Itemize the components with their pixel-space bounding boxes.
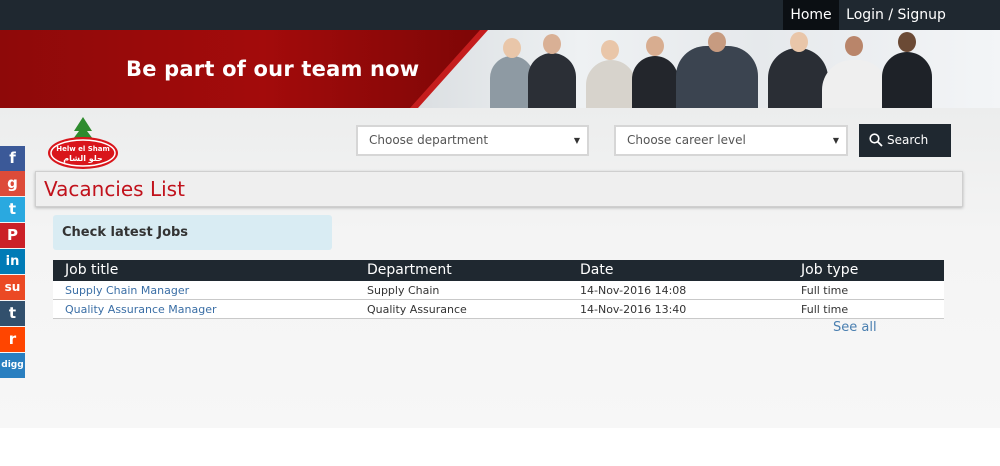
vacancies-table: Job title Department Date Job type Suppl… [53, 260, 944, 319]
dropdown-arrow-icon: ▼ [573, 136, 580, 145]
banner-headline: Be part of our team now [126, 57, 420, 81]
svg-text:حلو الشام: حلو الشام [63, 154, 103, 163]
linkedin-icon[interactable]: in [0, 249, 25, 274]
hero-banner: Be part of our team now [0, 30, 1000, 108]
search-button-label: Search [887, 133, 929, 147]
google-plus-icon[interactable]: g [0, 171, 25, 196]
career-level-select-value: Choose career level [627, 133, 746, 147]
pinterest-icon[interactable]: P [0, 223, 25, 248]
dropdown-arrow-icon: ▼ [832, 136, 839, 145]
department-select-value: Choose department [369, 133, 489, 147]
table-row: Supply Chain Manager Supply Chain 14-Nov… [53, 281, 944, 300]
digg-icon[interactable]: digg [0, 353, 25, 378]
job-department: Quality Assurance [367, 303, 467, 316]
job-title-link[interactable]: Supply Chain Manager [65, 284, 189, 297]
page-title-bar: Vacancies List [35, 171, 963, 207]
column-header-job-title: Job title [65, 262, 119, 278]
job-date: 14-Nov-2016 13:40 [580, 303, 687, 316]
job-type: Full time [801, 303, 849, 316]
nav-login-signup-link[interactable]: Login / Signup [846, 0, 946, 30]
department-select[interactable]: Choose department ▼ [356, 125, 589, 156]
search-button[interactable]: Search [859, 124, 951, 157]
table-row: Quality Assurance Manager Quality Assura… [53, 300, 944, 319]
job-date: 14-Nov-2016 14:08 [580, 284, 687, 297]
table-header: Job title Department Date Job type [53, 260, 944, 281]
latest-jobs-box: Check latest Jobs [53, 215, 332, 250]
latest-jobs-label: Check latest Jobs [62, 225, 189, 240]
helw-el-sham-logo[interactable]: Helw el Sham حلو الشام [46, 115, 120, 171]
svg-text:Helw el Sham: Helw el Sham [56, 145, 110, 153]
job-title-link[interactable]: Quality Assurance Manager [65, 303, 217, 316]
column-header-department: Department [367, 262, 452, 278]
team-photo [400, 30, 1000, 108]
column-header-job-type: Job type [801, 262, 859, 278]
see-all-link[interactable]: See all [833, 320, 877, 335]
facebook-icon[interactable]: f [0, 146, 25, 171]
nav-home-link[interactable]: Home [783, 0, 839, 30]
career-level-select[interactable]: Choose career level ▼ [614, 125, 848, 156]
job-type: Full time [801, 284, 849, 297]
tumblr-icon[interactable]: t [0, 301, 25, 326]
job-department: Supply Chain [367, 284, 440, 297]
search-icon [869, 133, 883, 147]
top-navbar: Home Login / Signup [0, 0, 1000, 30]
stumbleupon-icon[interactable]: su [0, 275, 25, 300]
twitter-icon[interactable]: t [0, 197, 25, 222]
page-title: Vacancies List [44, 177, 185, 201]
reddit-icon[interactable]: r [0, 327, 25, 352]
column-header-date: Date [580, 262, 614, 278]
